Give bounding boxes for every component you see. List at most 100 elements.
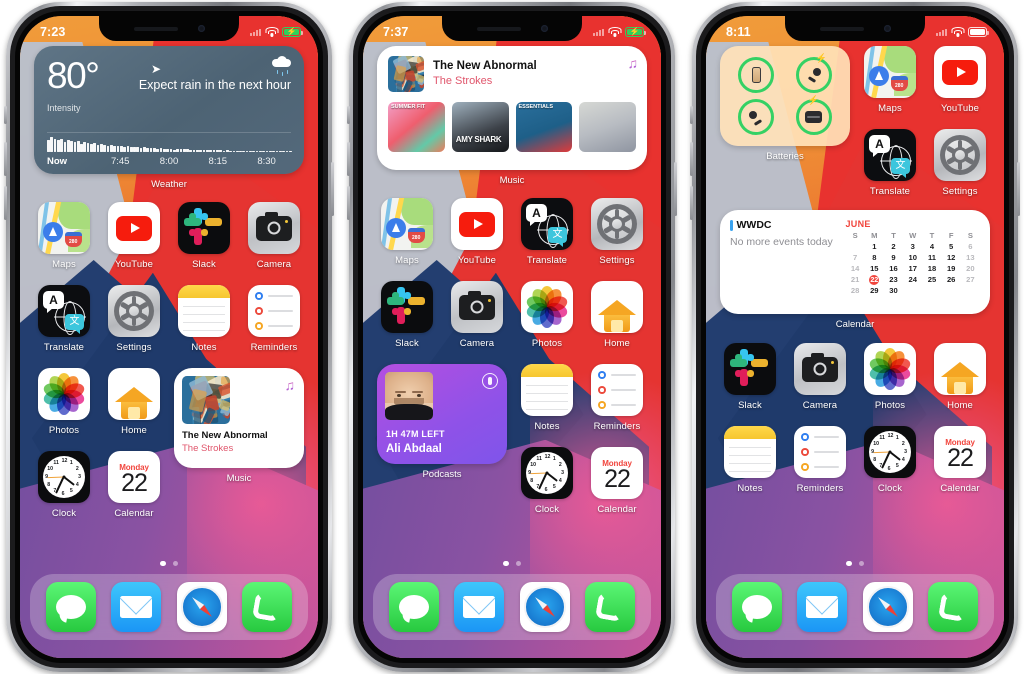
app-clock[interactable]: 1 2 3 4 5 6 7 8 9 10 11 12 Clock bbox=[517, 447, 577, 515]
photos-icon[interactable] bbox=[521, 281, 573, 333]
volume-up-button[interactable] bbox=[690, 142, 693, 176]
youtube-icon[interactable] bbox=[108, 202, 160, 254]
calendar-day-cell[interactable]: 19 bbox=[942, 264, 961, 274]
app-camera[interactable]: Camera bbox=[447, 281, 507, 349]
app-home[interactable]: Home bbox=[587, 281, 647, 349]
settings-gear-icon[interactable] bbox=[108, 285, 160, 337]
page-dots[interactable] bbox=[706, 560, 1004, 566]
volume-down-button[interactable] bbox=[690, 186, 693, 220]
calendar-day-cell[interactable]: 9 bbox=[884, 253, 903, 263]
notes-icon[interactable] bbox=[724, 426, 776, 478]
podcasts-widget[interactable]: 1H 47M LEFT Ali Abdaal bbox=[377, 364, 507, 464]
app-notes[interactable]: Notes bbox=[720, 426, 780, 494]
calendar-day-cell[interactable]: 17 bbox=[903, 264, 922, 274]
app-translate[interactable]: A文 Translate bbox=[517, 198, 577, 266]
maps-icon[interactable]: 280 bbox=[381, 198, 433, 250]
calendar-day-cell[interactable]: 29 bbox=[865, 286, 884, 296]
phone-icon[interactable] bbox=[928, 582, 979, 632]
maps-icon[interactable]: 280 bbox=[864, 46, 916, 98]
calendar-day-cell[interactable]: 11 bbox=[922, 253, 941, 263]
mail-icon[interactable] bbox=[454, 582, 505, 632]
camera-icon[interactable] bbox=[248, 202, 300, 254]
podcasts-widget-container[interactable]: 1H 47M LEFT Ali Abdaal Podcasts bbox=[377, 364, 507, 515]
safari-icon[interactable] bbox=[519, 582, 570, 632]
page-dot[interactable] bbox=[858, 560, 864, 566]
slack-icon[interactable] bbox=[724, 343, 776, 395]
reminders-icon[interactable] bbox=[591, 364, 643, 416]
power-button[interactable] bbox=[674, 162, 677, 216]
clock-icon[interactable]: 1 2 3 4 5 6 7 8 9 10 11 12 bbox=[521, 447, 573, 499]
app-home[interactable]: Home bbox=[104, 368, 164, 436]
calendar-day-cell[interactable]: 24 bbox=[903, 275, 922, 285]
app-calendar[interactable]: Monday 22 Calendar bbox=[930, 426, 990, 494]
app-clock[interactable]: 1 2 3 4 5 6 7 8 9 10 11 12 Clock bbox=[34, 451, 94, 519]
page-dot[interactable] bbox=[846, 560, 852, 566]
volume-down-button[interactable] bbox=[347, 186, 350, 220]
clock-icon[interactable]: 1 2 3 4 5 6 7 8 9 10 11 12 bbox=[38, 451, 90, 503]
calendar-icon[interactable]: Monday 22 bbox=[934, 426, 986, 478]
clock-icon[interactable]: 1 2 3 4 5 6 7 8 9 10 11 12 bbox=[864, 426, 916, 478]
messages-icon[interactable] bbox=[388, 582, 439, 632]
page-dot[interactable] bbox=[172, 560, 178, 566]
app-calendar[interactable]: Monday 22 Calendar bbox=[104, 451, 164, 519]
mute-switch[interactable] bbox=[4, 106, 7, 124]
calendar-day-cell[interactable]: 27 bbox=[961, 275, 980, 285]
music-widget-container[interactable]: ♫ The New Abnormal The Strokes Music bbox=[174, 368, 304, 519]
calendar-day-cell[interactable]: 21 bbox=[846, 275, 865, 285]
calendar-day-cell[interactable]: 6 bbox=[961, 242, 980, 252]
app-calendar[interactable]: Monday 22 Calendar bbox=[587, 447, 647, 515]
app-reminders[interactable]: Reminders bbox=[587, 364, 647, 432]
home-icon[interactable] bbox=[934, 343, 986, 395]
page-dot[interactable] bbox=[160, 560, 166, 566]
calendar-day-cell[interactable]: 8 bbox=[865, 253, 884, 263]
translate-icon[interactable]: A文 bbox=[864, 129, 916, 181]
calendar-day-cell[interactable]: 1 bbox=[865, 242, 884, 252]
app-maps[interactable]: 280 Maps bbox=[860, 46, 920, 114]
batteries-widget[interactable]: ⚡ ⚡ bbox=[720, 46, 850, 146]
music-widget[interactable]: ♫ The New Abnormal The Strokes bbox=[174, 368, 304, 468]
music-widget[interactable]: ♫ The New Abnormal The Strokes SUMMER FI… bbox=[377, 46, 647, 170]
calendar-today-cell[interactable]: 22 bbox=[869, 275, 880, 285]
app-notes[interactable]: Notes bbox=[517, 364, 577, 432]
calendar-day-cell[interactable]: 5 bbox=[942, 242, 961, 252]
safari-icon[interactable] bbox=[862, 582, 913, 632]
phone-icon[interactable] bbox=[585, 582, 636, 632]
slack-icon[interactable] bbox=[381, 281, 433, 333]
weather-widget[interactable]: 80° ➤ Expect rain in the next hour Inten… bbox=[34, 46, 304, 174]
settings-gear-icon[interactable] bbox=[591, 198, 643, 250]
calendar-icon[interactable]: Monday 22 bbox=[108, 451, 160, 503]
reminders-icon[interactable] bbox=[794, 426, 846, 478]
app-maps[interactable]: 280 Maps bbox=[377, 198, 437, 266]
photos-icon[interactable] bbox=[864, 343, 916, 395]
power-button[interactable] bbox=[1017, 162, 1020, 216]
app-photos[interactable]: Photos bbox=[860, 343, 920, 411]
music-widget-container[interactable]: ♫ The New Abnormal The Strokes SUMMER FI… bbox=[377, 46, 647, 186]
mute-switch[interactable] bbox=[690, 106, 693, 124]
notes-icon[interactable] bbox=[178, 285, 230, 337]
app-reminders[interactable]: Reminders bbox=[790, 426, 850, 494]
messages-icon[interactable] bbox=[45, 582, 96, 632]
calendar-day-cell[interactable]: 7 bbox=[846, 253, 865, 263]
mail-icon[interactable] bbox=[797, 582, 848, 632]
camera-icon[interactable] bbox=[794, 343, 846, 395]
app-camera[interactable]: Camera bbox=[790, 343, 850, 411]
volume-up-button[interactable] bbox=[4, 142, 7, 176]
camera-icon[interactable] bbox=[451, 281, 503, 333]
youtube-icon[interactable] bbox=[451, 198, 503, 250]
safari-icon[interactable] bbox=[176, 582, 227, 632]
app-youtube[interactable]: YouTube bbox=[104, 202, 164, 270]
calendar-day-cell[interactable]: 15 bbox=[865, 264, 884, 274]
app-notes[interactable]: Notes bbox=[174, 285, 234, 353]
page-dots[interactable] bbox=[20, 560, 318, 566]
app-clock[interactable]: 1 2 3 4 5 6 7 8 9 10 11 12 Clock bbox=[860, 426, 920, 494]
page-dot[interactable] bbox=[503, 560, 509, 566]
settings-gear-icon[interactable] bbox=[934, 129, 986, 181]
app-photos[interactable]: Photos bbox=[34, 368, 94, 436]
music-tile[interactable]: AMY SHARK bbox=[451, 102, 509, 152]
notes-icon[interactable] bbox=[521, 364, 573, 416]
reminders-icon[interactable] bbox=[248, 285, 300, 337]
calendar-widget[interactable]: WWDC No more events today JUNE SMTWTFS.1… bbox=[720, 210, 990, 314]
calendar-day-cell[interactable]: 2 bbox=[884, 242, 903, 252]
calendar-day-cell[interactable]: 4 bbox=[922, 242, 941, 252]
music-tile[interactable]: ESSENTIALS bbox=[515, 102, 573, 152]
